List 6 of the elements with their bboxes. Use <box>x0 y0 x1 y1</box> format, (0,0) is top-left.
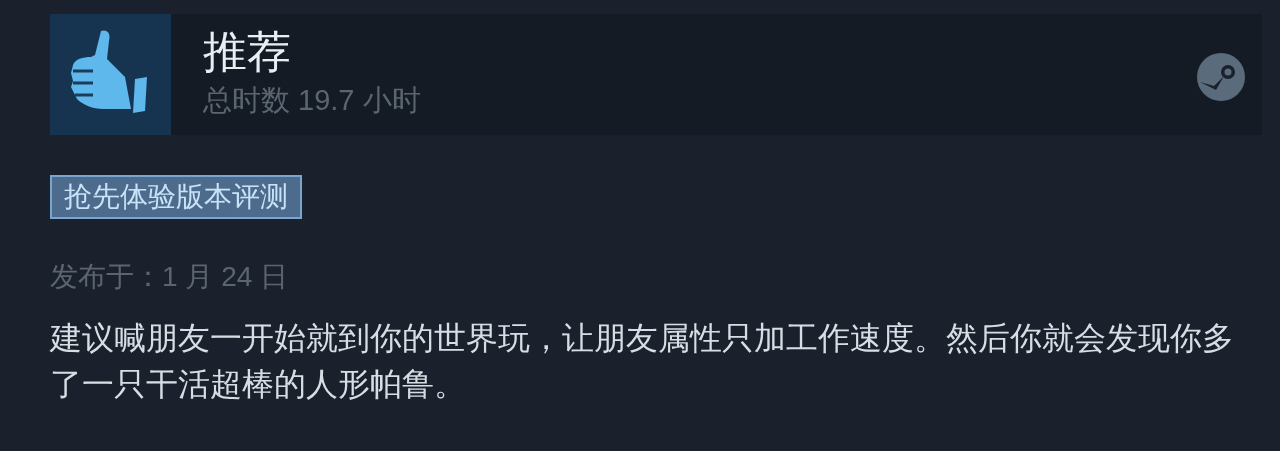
early-access-tag: 抢先体验版本评测 <box>50 175 302 219</box>
steam-logo-icon <box>1196 52 1246 102</box>
playtime-text: 总时数 19.7 小时 <box>203 83 421 118</box>
posted-date: 发布于：1 月 24 日 <box>50 260 290 294</box>
review-text: 建议喊朋友一开始就到你的世界玩，让朋友属性只加工作速度。然后你就会发现你多了一只干活超棒的人形帕鲁。 <box>50 319 1235 404</box>
verdict-title: 推荐 <box>203 26 292 78</box>
